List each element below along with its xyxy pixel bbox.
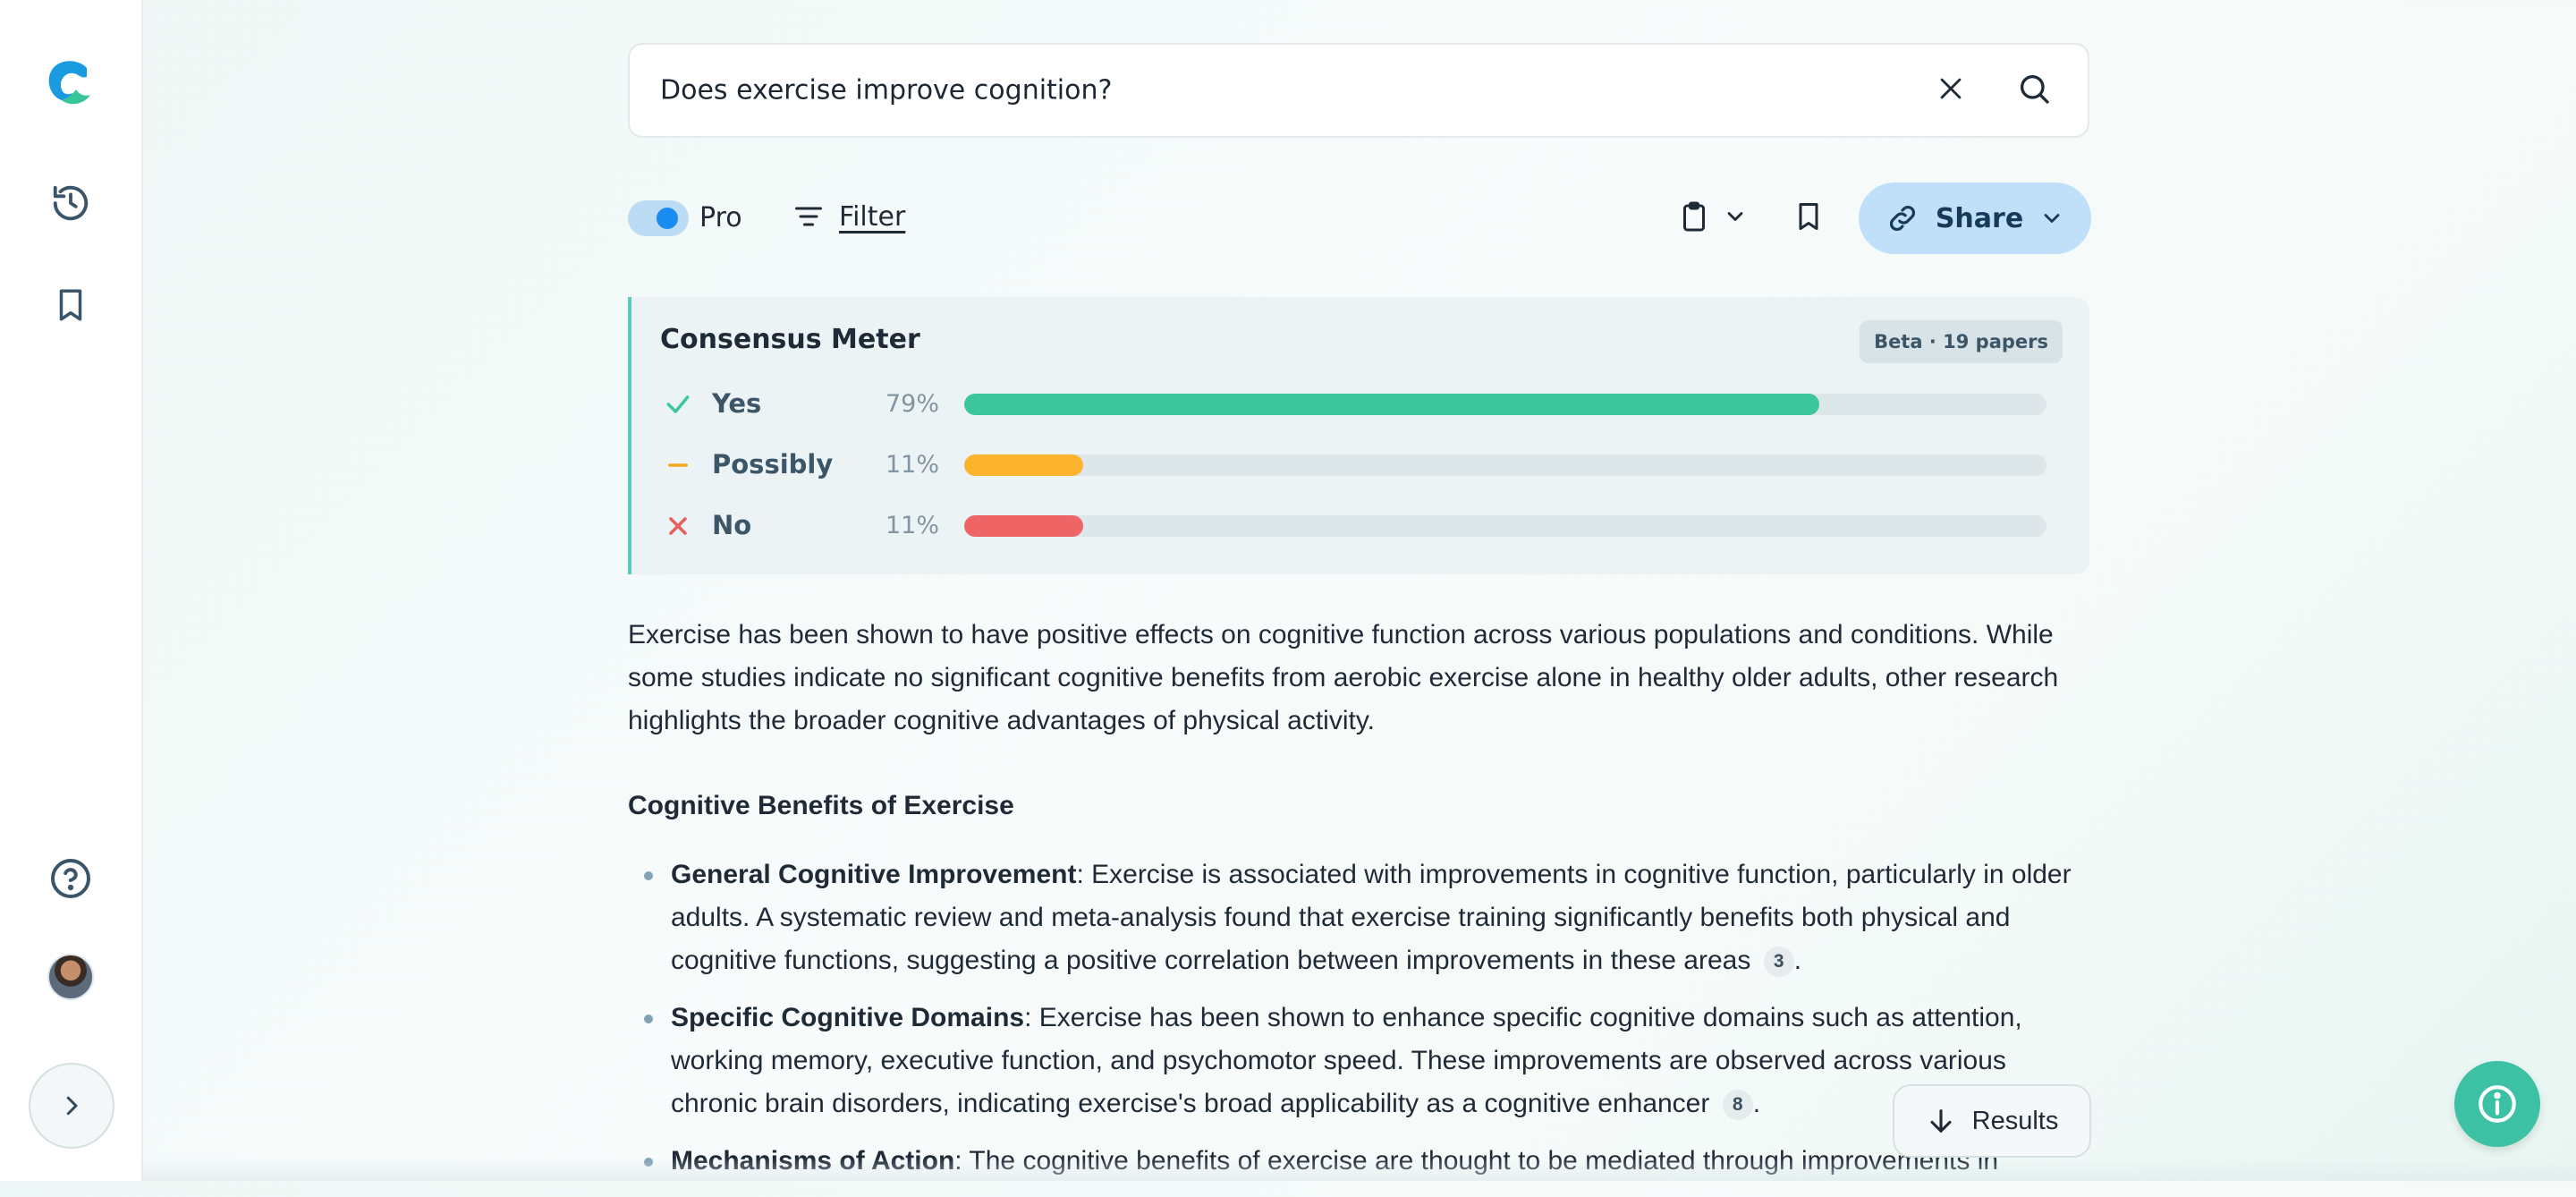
summary-paragraph: Exercise has been shown to have positive… xyxy=(628,620,2059,735)
meter-row-percent: 11% xyxy=(885,512,939,539)
save-bookmark-button[interactable] xyxy=(1792,199,1825,238)
meter-fill xyxy=(964,394,1819,415)
search-icon[interactable] xyxy=(2016,71,2052,110)
check-icon xyxy=(664,390,692,422)
meter-row-label: Yes xyxy=(712,388,762,419)
chevron-right-icon xyxy=(66,1096,78,1116)
consensus-meter: Consensus Meter Beta · 19 papers Yes 79%… xyxy=(628,297,2089,574)
sidebar xyxy=(0,0,143,1181)
share-button[interactable]: Share xyxy=(1859,183,2091,254)
bullet-list: General Cognitive Improvement: Exercise … xyxy=(628,853,2095,1197)
search-bar[interactable]: Does exercise improve cognition? xyxy=(628,43,2089,138)
search-input[interactable]: Does exercise improve cognition? xyxy=(660,75,1112,106)
meter-row-no: No 11% xyxy=(664,508,2064,544)
toolbar: Pro Filter Share xyxy=(628,181,2091,256)
meter-fill xyxy=(964,515,1084,537)
bullet-end: . xyxy=(1793,946,1802,975)
bookmark-icon xyxy=(1799,203,1818,230)
citation-badge[interactable]: 8 xyxy=(1722,1090,1753,1121)
bullet-dot xyxy=(644,1014,653,1023)
chevron-down-icon xyxy=(1727,212,1743,221)
pro-toggle[interactable] xyxy=(628,200,689,236)
filter-label: Filter xyxy=(839,200,906,233)
toggle-knob xyxy=(657,208,678,229)
meter-row-percent: 11% xyxy=(885,451,939,479)
meter-fill xyxy=(964,454,1084,476)
info-icon xyxy=(2479,1085,2516,1123)
copy-dropdown-button[interactable] xyxy=(1678,199,1748,234)
share-label: Share xyxy=(1935,202,2024,234)
avatar[interactable] xyxy=(47,954,94,1000)
dash-icon xyxy=(664,451,692,483)
bullet-title: General Cognitive Improvement xyxy=(671,860,1077,889)
meter-track xyxy=(964,394,2046,415)
close-icon[interactable] xyxy=(1936,73,1966,107)
bullet-end: . xyxy=(1752,1089,1761,1118)
bottom-fade xyxy=(141,1158,2576,1181)
meter-track xyxy=(964,515,2046,537)
results-button[interactable]: Results xyxy=(1893,1084,2091,1158)
meter-row-yes: Yes 79% xyxy=(664,386,2064,422)
results-label: Results xyxy=(1971,1106,2059,1135)
bookmarks-icon[interactable] xyxy=(52,284,89,329)
consensus-logo-icon[interactable] xyxy=(44,55,97,113)
pro-label: Pro xyxy=(699,202,742,233)
list-item: Specific Cognitive Domains: Exercise has… xyxy=(628,997,2095,1125)
meter-title: Consensus Meter xyxy=(660,324,920,355)
section-title: Cognitive Benefits of Exercise xyxy=(628,791,1014,820)
meter-row-percent: 79% xyxy=(885,390,939,418)
filter-lines-icon xyxy=(795,207,822,226)
meter-badge: Beta · 19 papers xyxy=(1860,320,2063,363)
meter-row-possibly: Possibly 11% xyxy=(664,447,2064,483)
filter-button[interactable]: Filter xyxy=(792,200,905,233)
help-icon[interactable] xyxy=(49,857,92,904)
list-item: General Cognitive Improvement: Exercise … xyxy=(628,853,2095,982)
info-button[interactable] xyxy=(2454,1061,2540,1147)
x-icon xyxy=(664,512,692,544)
bullet-title: Specific Cognitive Domains xyxy=(671,1003,1025,1032)
arrow-down-icon xyxy=(1930,1109,1952,1133)
bullet-dot xyxy=(644,871,653,880)
citation-badge[interactable]: 3 xyxy=(1763,947,1794,978)
meter-row-label: No xyxy=(712,510,752,540)
meter-row-label: Possibly xyxy=(712,449,834,480)
clipboard-icon xyxy=(1683,201,1705,232)
meter-track xyxy=(964,454,2046,476)
history-icon[interactable] xyxy=(50,183,91,227)
expand-sidebar-button[interactable] xyxy=(29,1063,114,1149)
link-icon xyxy=(1889,206,1915,231)
chevron-down-icon xyxy=(2044,214,2060,223)
